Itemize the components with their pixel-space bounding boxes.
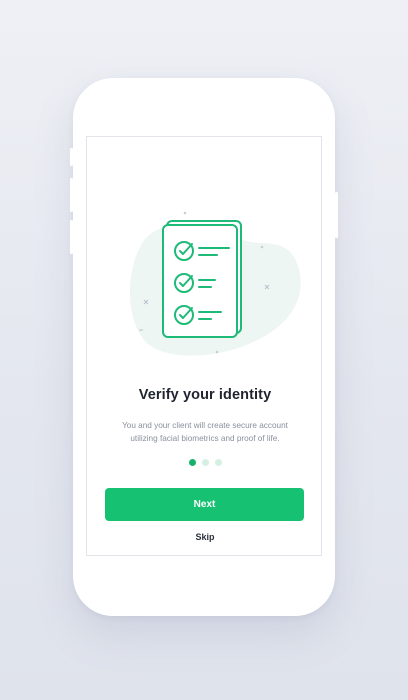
phone-side-button-left-3 — [70, 220, 73, 254]
next-button[interactable]: Next — [105, 488, 304, 521]
onboarding-screen: Verify your identity You and your client… — [86, 136, 322, 556]
phone-side-button-right — [335, 192, 338, 238]
pagination-dot-1[interactable] — [188, 459, 196, 466]
pagination-dot-2[interactable] — [201, 459, 209, 466]
pagination-dot-3[interactable] — [214, 459, 222, 466]
phone-frame: Verify your identity You and your client… — [70, 78, 338, 616]
phone-side-button-left-2 — [70, 178, 73, 212]
pagination-dots — [87, 459, 323, 466]
skip-button[interactable]: Skip — [87, 532, 323, 542]
phone-side-button-left-1 — [70, 148, 73, 166]
page-description: You and your client will create secure a… — [122, 421, 288, 443]
page-title: Verify your identity — [138, 387, 272, 403]
checklist-illustration — [129, 211, 301, 356]
